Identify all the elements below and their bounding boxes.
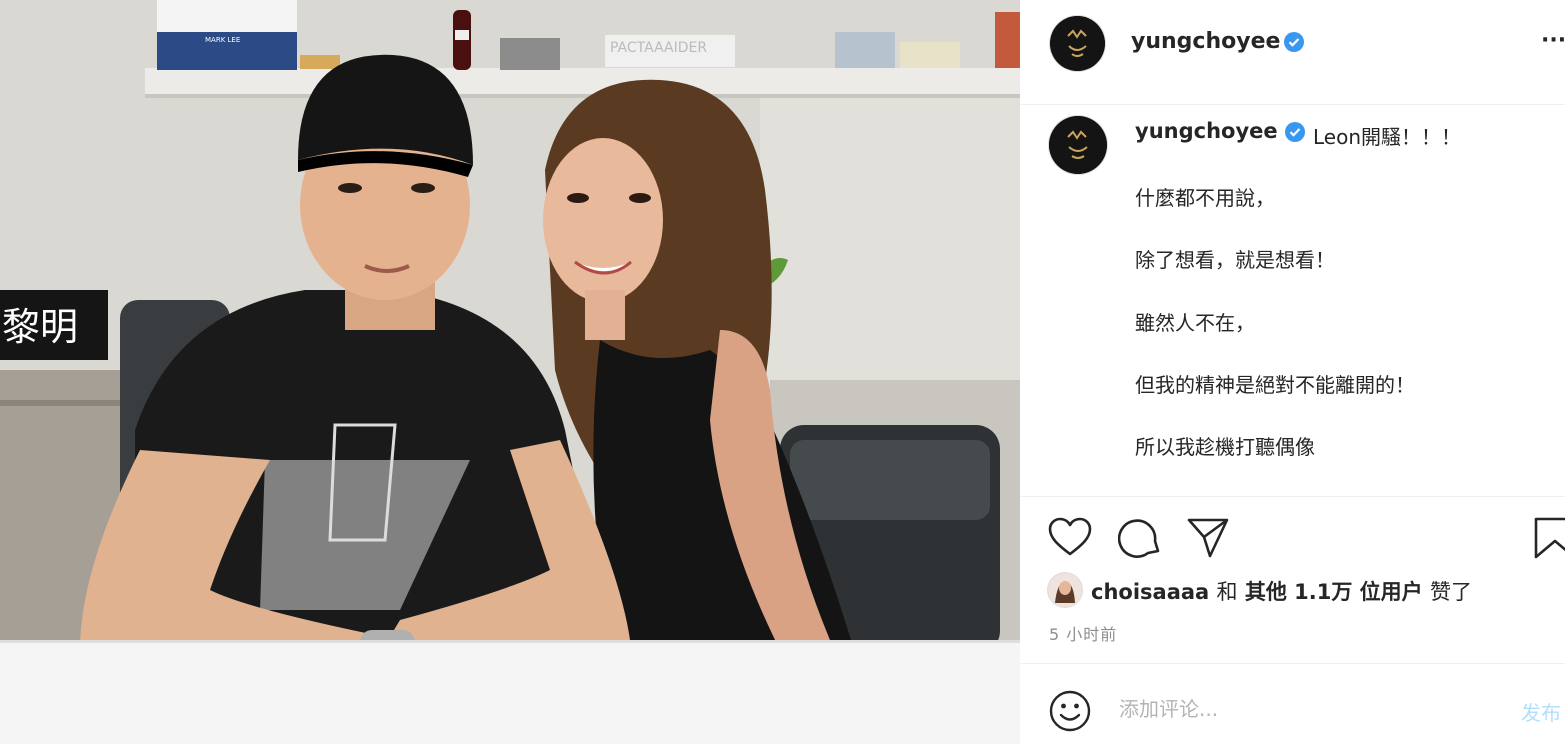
post-panel: yungchoyee ··· yungchoyee Leon開騷！！！ 什麼都不… <box>1021 0 1565 744</box>
liker-username[interactable]: choisaaaa <box>1091 580 1209 604</box>
avatar-logo-icon <box>1050 16 1105 71</box>
likes-conj: 和 <box>1216 580 1238 604</box>
caption-username[interactable]: yungchoyee <box>1135 119 1278 143</box>
liker-avatar-image <box>1048 573 1082 607</box>
header-username[interactable]: yungchoyee <box>1131 29 1280 54</box>
photo-illustration: MARK LEE PACTAAAIDER 黎明 <box>0 0 1020 744</box>
likes-suffix: 赞了 <box>1429 580 1472 604</box>
caption-line: 所以我趁機打聽偶像 <box>1135 435 1315 459</box>
caption-line: 什麼都不用說， <box>1135 186 1275 210</box>
shelf-letters: PACTAAAIDER <box>610 40 707 56</box>
share-icon[interactable] <box>1186 517 1230 559</box>
header-avatar[interactable] <box>1050 16 1105 71</box>
heart-icon[interactable] <box>1048 517 1092 557</box>
caption-line: 除了想看，就是想看！ <box>1135 248 1335 272</box>
caption-line: 雖然人不在， <box>1135 311 1255 335</box>
emoji-icon[interactable] <box>1049 690 1091 732</box>
likes-summary: choisaaaa 和 其他 1.1万 位用户 赞了 <box>1091 576 1472 606</box>
box-label: MARK LEE <box>205 36 240 44</box>
name-sign: 黎明 <box>2 305 78 349</box>
comment-icon[interactable] <box>1118 517 1162 559</box>
caption-line: 但我的精神是絕對不能離開的！ <box>1135 373 1415 397</box>
caption-first-line: Leon開騷！！！ <box>1313 125 1462 149</box>
comment-input[interactable] <box>1117 696 1511 722</box>
liker-avatar[interactable] <box>1048 573 1082 607</box>
actions-divider <box>1021 496 1565 497</box>
verified-badge-icon <box>1285 122 1305 142</box>
more-options-icon[interactable]: ··· <box>1541 28 1565 53</box>
avatar-logo-icon <box>1049 116 1107 174</box>
post-comment-button[interactable]: 发布 <box>1521 697 1561 726</box>
post-time[interactable]: 5 小时前 <box>1049 621 1117 645</box>
caption-avatar[interactable] <box>1049 116 1107 174</box>
post-photo[interactable]: MARK LEE PACTAAAIDER 黎明 <box>0 0 1020 744</box>
likes-others[interactable]: 其他 1.1万 位用户 <box>1245 580 1423 604</box>
bookmark-icon[interactable] <box>1534 517 1565 559</box>
header-divider <box>1021 104 1565 105</box>
verified-badge-icon <box>1284 32 1304 52</box>
comment-divider <box>1021 663 1565 664</box>
